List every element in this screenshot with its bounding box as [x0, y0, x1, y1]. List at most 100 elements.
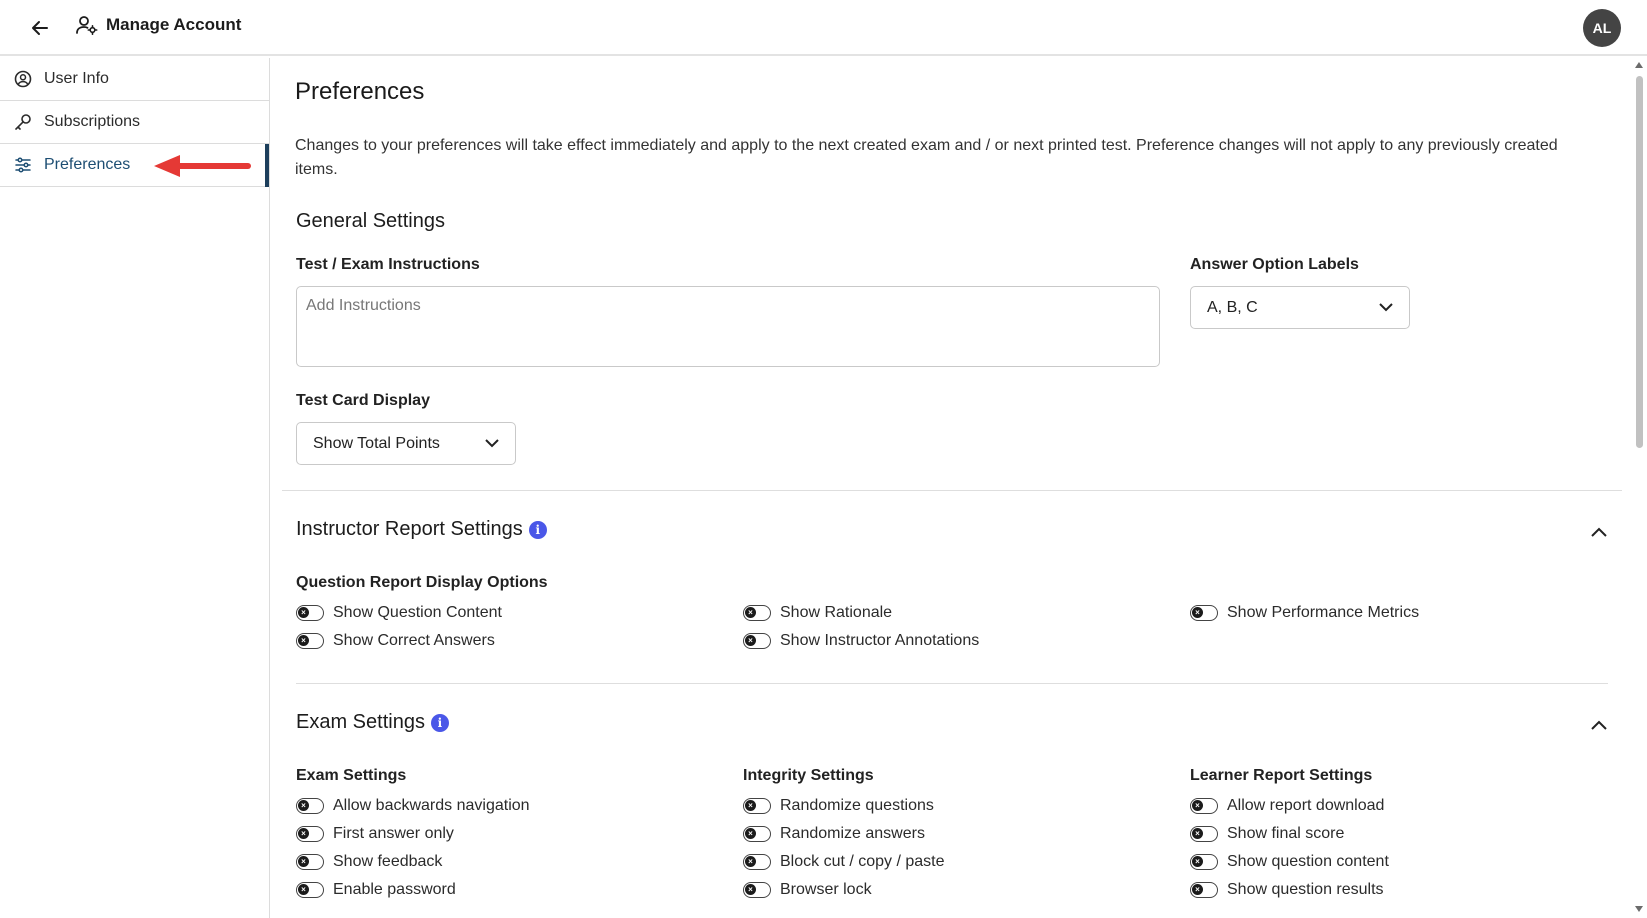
close-icon: × [298, 800, 309, 811]
toggle-randomize-questions[interactable]: × Randomize questions [743, 797, 934, 815]
toggle-browser-lock[interactable]: × Browser lock [743, 881, 872, 899]
toggle-show-question-results[interactable]: × Show question results [1190, 881, 1384, 899]
answer-labels-value: A, B, C [1207, 298, 1258, 316]
answer-labels-select[interactable]: A, B, C [1190, 286, 1410, 329]
scrollbar-thumb[interactable] [1636, 76, 1643, 448]
integrity-settings-column-title: Integrity Settings [743, 767, 874, 784]
instructions-input[interactable] [296, 286, 1160, 367]
instructor-report-title: Instructor Report Settings [296, 518, 523, 540]
question-report-subheading: Question Report Display Options [296, 574, 548, 591]
toggle-switch[interactable]: × [296, 605, 324, 621]
toggle-label: Show Performance Metrics [1227, 604, 1420, 621]
preferences-description: Changes to your preferences will take ef… [295, 137, 1558, 178]
sidebar-item-label: Subscriptions [44, 113, 141, 130]
toggle-switch[interactable]: × [1190, 798, 1218, 814]
toggle-label: Show Instructor Annotations [780, 632, 980, 649]
instructor-report-collapse-button[interactable] [1587, 520, 1611, 544]
instructions-label: Test / Exam Instructions [296, 256, 480, 273]
section-divider [282, 490, 1622, 491]
instructor-report-heading: Instructor Report Settings i [296, 518, 547, 541]
answer-labels-label: Answer Option Labels [1190, 256, 1359, 273]
close-icon: × [1192, 607, 1203, 618]
toggle-switch[interactable]: × [743, 854, 771, 870]
close-icon: × [298, 607, 309, 618]
toggle-label: Show final score [1227, 825, 1345, 842]
chevron-up-icon [1591, 720, 1607, 730]
toggle-label: Show Question Content [333, 604, 502, 621]
toggle-allow-report-download[interactable]: × Allow report download [1190, 797, 1384, 815]
toggle-switch[interactable]: × [1190, 826, 1218, 842]
toggle-switch[interactable]: × [1190, 882, 1218, 898]
test-card-value: Show Total Points [313, 434, 440, 452]
close-icon: × [745, 856, 756, 867]
general-settings-title: General Settings [296, 210, 445, 232]
toggle-switch[interactable]: × [296, 633, 324, 649]
toggle-allow-backwards-navigation[interactable]: × Allow backwards navigation [296, 797, 530, 815]
exam-settings-collapse-button[interactable] [1587, 713, 1611, 737]
toggle-show-rationale[interactable]: × Show Rationale [743, 604, 892, 622]
general-settings-heading: General Settings [296, 210, 445, 233]
back-button[interactable] [28, 16, 52, 40]
red-arrow-annotation-icon [154, 155, 251, 177]
sidebar-item-label: Preferences [44, 156, 131, 173]
close-icon: × [1192, 856, 1203, 867]
toggle-first-answer-only[interactable]: × First answer only [296, 825, 454, 843]
chevron-up-icon [1591, 527, 1607, 537]
toggle-switch[interactable]: × [743, 798, 771, 814]
toggle-block-cut-copy-paste[interactable]: × Block cut / copy / paste [743, 853, 945, 871]
chevron-down-icon [1379, 303, 1393, 312]
toggle-label: Show question content [1227, 853, 1389, 870]
test-card-label: Test Card Display [296, 392, 430, 409]
toggle-switch[interactable]: × [296, 826, 324, 842]
user-gear-icon [76, 16, 98, 35]
scroll-down-icon[interactable] [1635, 906, 1643, 912]
toggle-switch[interactable]: × [743, 633, 771, 649]
exam-settings-heading: Exam Settings i [296, 711, 449, 734]
sliders-icon [15, 157, 31, 173]
exam-settings-title: Exam Settings [296, 711, 425, 733]
toggle-show-performance-metrics[interactable]: × Show Performance Metrics [1190, 604, 1419, 622]
toggle-switch[interactable]: × [1190, 605, 1218, 621]
toggle-label: Block cut / copy / paste [780, 853, 945, 870]
close-icon: × [745, 828, 756, 839]
toggle-switch[interactable]: × [1190, 854, 1218, 870]
main-content: Preferences Changes to your preferences … [270, 58, 1632, 918]
toggle-switch[interactable]: × [743, 826, 771, 842]
close-icon: × [1192, 800, 1203, 811]
toggle-switch[interactable]: × [743, 605, 771, 621]
scroll-up-icon[interactable] [1635, 62, 1643, 68]
vertical-scrollbar[interactable] [1632, 58, 1647, 918]
user-circle-icon [14, 70, 32, 88]
toggle-enable-password[interactable]: × Enable password [296, 881, 456, 899]
avatar[interactable]: AL [1583, 9, 1621, 47]
test-card-select[interactable]: Show Total Points [296, 422, 516, 465]
toggle-switch[interactable]: × [743, 882, 771, 898]
toggle-label: Show feedback [333, 853, 443, 870]
toggle-label: Allow backwards navigation [333, 797, 530, 814]
toggle-switch[interactable]: × [296, 882, 324, 898]
toggle-switch[interactable]: × [296, 798, 324, 814]
sidebar-item-label: User Info [44, 70, 109, 87]
toggle-show-final-score[interactable]: × Show final score [1190, 825, 1344, 843]
learner-report-column-title: Learner Report Settings [1190, 767, 1373, 784]
info-icon[interactable]: i [430, 713, 449, 732]
sidebar: User Info Subscriptions Preferences [0, 58, 270, 918]
close-icon: × [298, 635, 309, 646]
toggle-randomize-answers[interactable]: × Randomize answers [743, 825, 925, 843]
toggle-label: Randomize answers [780, 825, 925, 842]
toggle-show-question-content-learner[interactable]: × Show question content [1190, 853, 1389, 871]
info-icon[interactable]: i [528, 520, 547, 539]
toggle-show-feedback[interactable]: × Show feedback [296, 853, 442, 871]
toggle-show-question-content[interactable]: × Show Question Content [296, 604, 502, 622]
toggle-show-instructor-annotations[interactable]: × Show Instructor Annotations [743, 632, 979, 650]
sidebar-item-user-info[interactable]: User Info [0, 58, 269, 101]
exam-settings-column-title: Exam Settings [296, 767, 407, 784]
sidebar-item-subscriptions[interactable]: Subscriptions [0, 101, 269, 144]
key-icon [15, 114, 31, 130]
sidebar-item-preferences[interactable]: Preferences [0, 144, 269, 187]
close-icon: × [745, 800, 756, 811]
toggle-switch[interactable]: × [296, 854, 324, 870]
toggle-label: Show Rationale [780, 604, 893, 621]
close-icon: × [298, 856, 309, 867]
toggle-show-correct-answers[interactable]: × Show Correct Answers [296, 632, 495, 650]
